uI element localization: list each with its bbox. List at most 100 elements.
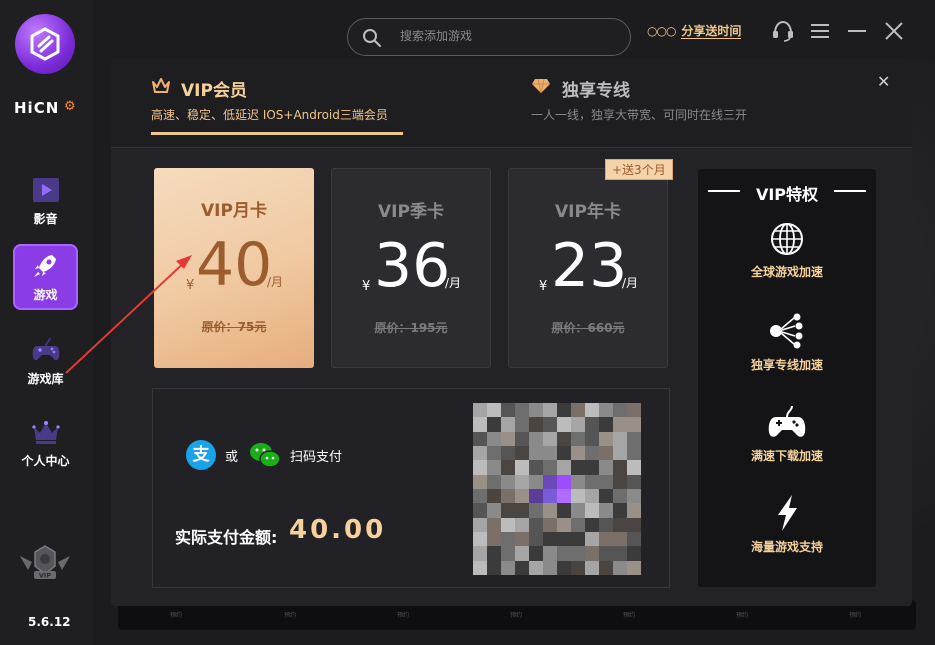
qr-pixel xyxy=(627,403,641,418)
qr-pixel xyxy=(515,417,529,432)
promo-badge: +送3个月 xyxy=(605,159,673,180)
qr-pixel xyxy=(627,503,641,518)
modal-close-button[interactable]: ✕ xyxy=(877,72,890,91)
lightning-icon xyxy=(778,495,797,531)
plan-name: VIP月卡 xyxy=(201,201,267,221)
plan-price: 23 xyxy=(551,231,628,301)
qr-pixel xyxy=(613,417,627,432)
qr-pixel xyxy=(501,503,515,518)
qr-pixel xyxy=(529,460,543,475)
qr-pixel xyxy=(585,488,599,504)
menu-icon[interactable] xyxy=(808,20,832,42)
hicn-logo[interactable] xyxy=(15,14,75,74)
sidebar-item-label: 影音 xyxy=(33,212,58,226)
qr-pixel xyxy=(529,403,543,418)
qr-pixel xyxy=(501,517,515,532)
qr-pixel xyxy=(613,517,627,532)
qr-pixel xyxy=(487,474,501,489)
search-icon xyxy=(363,29,381,47)
tab-vip-membership[interactable]: VIP会员 高速、稳定、低延迟 IOS+Android三端会员 xyxy=(151,76,421,138)
plan-original-price: 原价：195元 xyxy=(374,321,448,335)
qr-pixel xyxy=(571,474,585,489)
game-card-label: 预约 xyxy=(170,612,183,619)
tab-title: 独享专线 xyxy=(562,81,630,101)
game-card-label: 预约 xyxy=(623,612,636,619)
qr-pixel xyxy=(599,460,613,475)
qr-pixel xyxy=(599,431,613,446)
qr-pixel xyxy=(599,560,613,575)
qr-pixel xyxy=(599,445,613,461)
game-card-label: 预约 xyxy=(397,612,410,619)
privilege-global: 全球游戏加速 xyxy=(698,221,876,280)
search-input[interactable] xyxy=(400,29,610,43)
qr-pixel xyxy=(501,403,515,418)
qr-pixel xyxy=(543,417,557,432)
alipay-icon: 支 xyxy=(186,440,216,470)
qr-pixel xyxy=(529,503,543,518)
plan-card-year[interactable]: VIP年卡 ¥ 23 /月 原价：660元 xyxy=(508,168,668,368)
payment-qr-code xyxy=(473,403,641,575)
qr-pixel xyxy=(613,531,627,547)
privilege-download: 满速下载加速 xyxy=(698,403,876,464)
qr-pixel xyxy=(543,560,557,575)
qr-pixel xyxy=(529,431,543,446)
game-card-label: 预约 xyxy=(736,612,749,619)
qr-pixel xyxy=(501,460,515,475)
qr-pixel xyxy=(571,531,585,547)
share-link[interactable]: ○○○ 分享送时间 xyxy=(647,22,742,39)
qr-pixel xyxy=(501,431,515,446)
plan-currency: ¥ xyxy=(539,279,548,294)
qr-pixel xyxy=(515,403,529,418)
qr-pixel xyxy=(557,503,571,518)
plan-card-quarter[interactable]: VIP季卡 ¥ 36 /月 原价：195元 xyxy=(331,168,491,368)
qr-pixel xyxy=(529,531,543,547)
tab-dedicated-line[interactable]: 独享专线 一人一线，独享大带宽、可同时在线三开 xyxy=(531,76,831,122)
qr-pixel xyxy=(501,531,515,547)
qr-pixel xyxy=(543,403,557,418)
qr-pixel xyxy=(585,560,599,575)
gamepad-icon xyxy=(768,405,806,437)
app-window: HiCN ⚙ 影音 游戏 游戏库 个人中心 VIP 5.6.12 搜索添加游戏 … xyxy=(0,0,935,645)
qr-pixel xyxy=(487,488,501,504)
qr-pixel xyxy=(571,517,585,532)
qr-pixel xyxy=(487,517,501,532)
game-card-label: 预约 xyxy=(849,612,862,619)
title-rule-right xyxy=(834,190,866,192)
qr-pixel xyxy=(473,403,487,418)
qr-pixel xyxy=(585,403,599,418)
qr-pixel xyxy=(585,474,599,489)
amount-label: 实际支付金额: xyxy=(175,528,278,547)
qr-pixel xyxy=(473,517,487,532)
qr-pixel xyxy=(473,417,487,432)
qr-pixel xyxy=(473,431,487,446)
qr-pixel xyxy=(543,460,557,475)
sidebar-item-media[interactable]: 影音 xyxy=(13,168,78,234)
qr-pixel xyxy=(585,517,599,532)
minimize-icon[interactable] xyxy=(845,20,869,42)
qr-pixel xyxy=(487,503,501,518)
qr-pixel xyxy=(473,531,487,547)
vip-emblem-icon[interactable]: VIP xyxy=(18,544,72,584)
qr-pixel xyxy=(543,517,557,532)
headset-icon[interactable] xyxy=(771,20,795,42)
sidebar-item-label: 个人中心 xyxy=(21,454,70,468)
close-window-icon[interactable] xyxy=(882,20,906,42)
qr-pixel xyxy=(529,445,543,461)
qr-pixel xyxy=(557,517,571,532)
qr-pixel xyxy=(599,546,613,561)
share-label: 分享送时间 xyxy=(681,24,742,39)
qr-pixel xyxy=(571,503,585,518)
search-box[interactable] xyxy=(347,18,631,56)
qr-pixel xyxy=(473,503,487,518)
game-card-label: 预约 xyxy=(510,612,523,619)
qr-pixel xyxy=(487,403,501,418)
logo-icon xyxy=(30,27,60,61)
qr-pixel xyxy=(557,445,571,461)
tab-title: VIP会员 xyxy=(181,81,247,101)
sidebar-item-profile[interactable]: 个人中心 xyxy=(13,410,78,476)
qr-pixel xyxy=(557,403,571,418)
qr-pixel xyxy=(585,546,599,561)
vip-emblem-text: VIP xyxy=(39,572,51,580)
qr-pixel xyxy=(515,474,529,489)
qr-pixel xyxy=(613,560,627,575)
